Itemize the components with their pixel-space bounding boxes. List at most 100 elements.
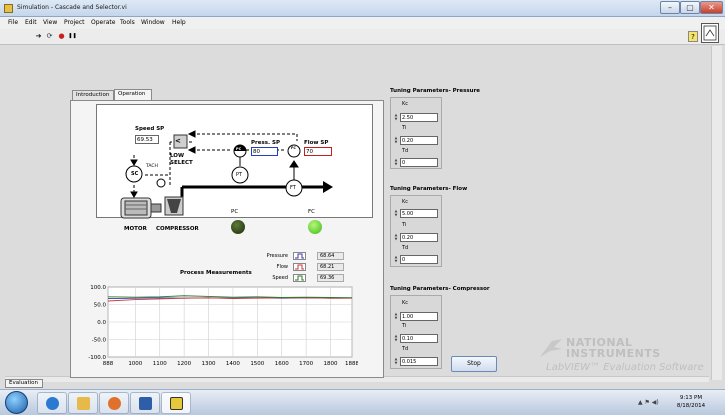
- kc-spinner[interactable]: ▲ ▼: [393, 113, 399, 122]
- media-player-icon: [108, 397, 121, 410]
- pt-transmitter-tag: PT: [236, 172, 243, 178]
- pressure-ti-input[interactable]: 0.20: [400, 136, 438, 145]
- flow-td-input[interactable]: 0: [400, 255, 438, 264]
- taskbar-app-ie[interactable]: [37, 392, 67, 414]
- td-label: Td: [402, 245, 409, 251]
- menu-edit[interactable]: Edit: [25, 19, 37, 26]
- td-spinner[interactable]: ▲ ▼: [393, 158, 399, 167]
- run-continuously-icon[interactable]: ⟳: [45, 32, 54, 41]
- legend-value-flow: 68.21: [317, 263, 344, 271]
- pause-icon[interactable]: ❚❚: [68, 32, 77, 41]
- x-tick-label: 1400: [226, 361, 240, 367]
- menu-tools[interactable]: Tools: [120, 19, 135, 26]
- td-spinner[interactable]: ▲ ▼: [393, 255, 399, 264]
- kc-spinner[interactable]: ▲ ▼: [393, 209, 399, 218]
- compressor-kc-input[interactable]: 1.00: [400, 312, 438, 321]
- low-select-label: SELECT: [170, 160, 193, 166]
- menu-project[interactable]: Project: [64, 19, 85, 26]
- td-label: Td: [402, 346, 409, 352]
- labview-icon: [170, 397, 183, 410]
- td-spinner[interactable]: ▲ ▼: [393, 357, 399, 366]
- pressure-plot-icon: [295, 253, 304, 259]
- folder-icon: [77, 397, 90, 410]
- taskbar-app-media[interactable]: [99, 392, 129, 414]
- x-tick-label: 1200: [177, 361, 191, 367]
- x-tick-label: 1100: [153, 361, 167, 367]
- ni-watermark: NATIONAL INSTRUMENTS LabVIEW™ Evaluation…: [538, 335, 708, 375]
- speed-sp-label: Speed SP: [135, 126, 165, 132]
- td-label: Td: [402, 148, 409, 154]
- flow-sp-label: Flow SP: [304, 140, 329, 146]
- menu-bar: File Edit View Project Operate Tools Win…: [0, 17, 725, 29]
- flow-ti-input[interactable]: 0.20: [400, 233, 438, 242]
- ti-spinner[interactable]: ▲ ▼: [393, 334, 399, 343]
- pressure-td-input[interactable]: 0: [400, 158, 438, 167]
- pressure-kc-input[interactable]: 2.50: [400, 113, 438, 122]
- system-tray[interactable]: ▲ ⚑ ◀): [638, 399, 659, 406]
- speed-plot-icon: [295, 275, 304, 281]
- menu-window[interactable]: Window: [141, 19, 165, 26]
- y-tick-label: -50.0: [92, 338, 107, 344]
- kc-label: Kc: [402, 199, 409, 205]
- legend-swatch-flow[interactable]: [293, 263, 306, 271]
- evaluation-tab[interactable]: Evaluation: [5, 379, 43, 388]
- tab-operation[interactable]: Operation: [114, 89, 152, 100]
- window-title: Simulation - Cascade and Selector.vi: [17, 4, 127, 11]
- tuning-flow-title: Tuning Parameters- Flow: [390, 186, 468, 192]
- low-select-label: LOW: [170, 153, 185, 159]
- speed-sp-input[interactable]: 69.53: [135, 135, 159, 144]
- ti-label: Ti: [402, 323, 407, 329]
- menu-operate[interactable]: Operate: [91, 19, 115, 26]
- ni-line-2: INSTRUMENTS: [566, 347, 661, 360]
- taskbar-clock[interactable]: 9:13 PM 8/18/2014: [671, 394, 711, 410]
- x-tick-label: 1300: [202, 361, 216, 367]
- pc-controller-tag: PC: [236, 147, 242, 151]
- sc-controller-tag: SC: [131, 171, 139, 177]
- maximize-button[interactable]: ▢: [680, 1, 700, 14]
- ti-spinner[interactable]: ▲ ▼: [393, 136, 399, 145]
- pc-status-led: [231, 220, 245, 234]
- x-tick-label: 1888: [345, 361, 358, 367]
- compressor-label: COMPRESSOR: [156, 226, 199, 232]
- x-tick-label: 1600: [275, 361, 289, 367]
- minimize-button[interactable]: –: [660, 1, 680, 14]
- close-button[interactable]: ✕: [700, 1, 723, 14]
- x-tick-label: 1000: [128, 361, 142, 367]
- compressor-td-input[interactable]: 0.015: [400, 357, 438, 366]
- flow-kc-input[interactable]: 5.00: [400, 209, 438, 218]
- ft-transmitter-tag: FT: [290, 185, 296, 191]
- compressor-ti-input[interactable]: 0.10: [400, 334, 438, 343]
- legend-swatch-speed[interactable]: [293, 274, 306, 282]
- chart-title: Process Measurements: [180, 270, 252, 276]
- flow-sp-input[interactable]: 70: [304, 147, 332, 156]
- ti-label: Ti: [402, 125, 407, 131]
- help-icon[interactable]: ?: [688, 31, 698, 42]
- vertical-scrollbar[interactable]: [711, 46, 722, 380]
- clock-time: 9:13 PM: [679, 395, 703, 401]
- taskbar: ▲ ⚑ ◀) 9:13 PM 8/18/2014: [0, 389, 725, 415]
- title-bar: Simulation - Cascade and Selector.vi – ▢…: [0, 0, 725, 17]
- taskbar-app-explorer[interactable]: [68, 392, 98, 414]
- labview-eval-text: LabVIEW™ Evaluation Software: [546, 362, 704, 373]
- ti-spinner[interactable]: ▲ ▼: [393, 233, 399, 242]
- press-sp-input[interactable]: 80: [251, 147, 278, 156]
- taskbar-app-labview[interactable]: [161, 392, 191, 414]
- legend-value-speed: 69.36: [317, 274, 344, 282]
- process-measurements-chart[interactable]: 100.050.00.0-50.0-100.0888 1000 1100 1200 13…: [86, 282, 358, 374]
- kc-spinner[interactable]: ▲ ▼: [393, 312, 399, 321]
- legend-name-speed: Speed: [272, 275, 288, 281]
- kc-label: Kc: [402, 300, 409, 306]
- stop-button[interactable]: Stop: [451, 356, 497, 372]
- taskbar-app-word[interactable]: [130, 392, 160, 414]
- kc-label: Kc: [402, 101, 409, 107]
- tab-introduction[interactable]: Introduction: [72, 90, 114, 100]
- menu-view[interactable]: View: [43, 19, 57, 26]
- menu-file[interactable]: File: [8, 19, 18, 26]
- start-button[interactable]: [5, 391, 28, 414]
- flow-plot-icon: [295, 264, 304, 270]
- menu-help[interactable]: Help: [172, 19, 186, 26]
- legend-name-pressure: Pressure: [266, 253, 288, 259]
- legend-swatch-pressure[interactable]: [293, 252, 306, 260]
- run-arrow-icon[interactable]: ➔: [34, 32, 43, 41]
- abort-icon[interactable]: ●: [57, 32, 66, 41]
